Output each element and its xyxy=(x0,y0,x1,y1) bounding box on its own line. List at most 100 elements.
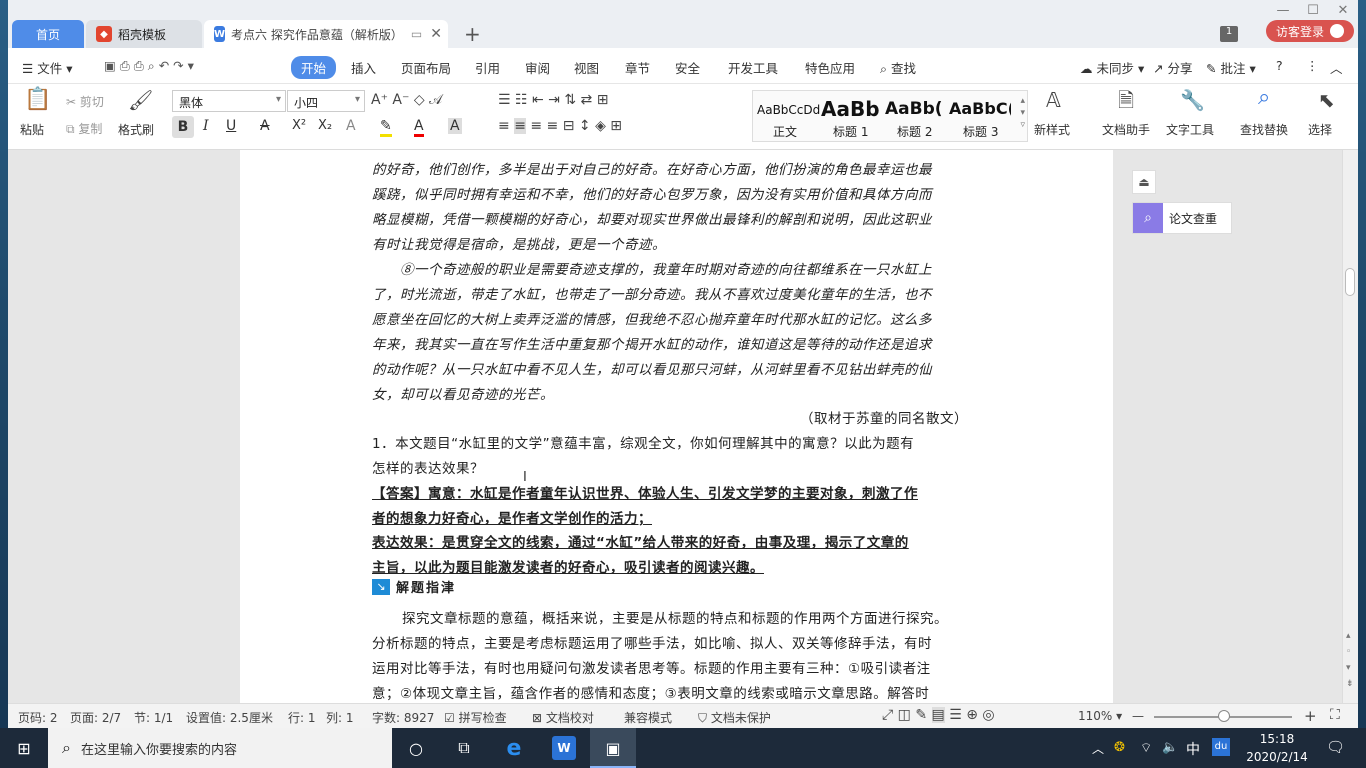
status-pages[interactable]: 页面: 2/7 xyxy=(70,709,121,726)
wrench-icon[interactable]: 🔧 xyxy=(1180,90,1205,110)
menu-view[interactable]: 视图 xyxy=(574,58,599,77)
search-menu[interactable]: ⌕ 查找 xyxy=(880,58,916,77)
cortana-icon[interactable]: ○ xyxy=(404,736,428,760)
style-h2-label[interactable]: 标题 2 xyxy=(897,123,932,140)
tab-home[interactable]: 首页 xyxy=(12,20,84,48)
view-mode-icons[interactable]: ⤢ ◫ ✎ ▤ ☰ ⊕ ◎ xyxy=(882,707,995,723)
zoom-slider-thumb[interactable] xyxy=(1218,710,1230,722)
paper-check-button[interactable]: ⌕ 论文查重 xyxy=(1132,202,1232,234)
text-effect-icon[interactable]: A xyxy=(346,118,356,134)
menu-dev-tools[interactable]: 开发工具 xyxy=(728,58,778,77)
close-tab-icon[interactable]: ✕ xyxy=(430,26,442,42)
vertical-scrollbar[interactable]: ▴ ◦ ▾ ⇟ xyxy=(1342,150,1358,703)
fullscreen-icon[interactable]: ⛶ xyxy=(1330,707,1340,723)
format-painter-icon[interactable]: 🖌 xyxy=(128,90,153,110)
proofread-button[interactable]: ⊠ 文档校对 xyxy=(532,709,594,726)
select-button[interactable]: 选择 xyxy=(1308,121,1332,138)
protect-button[interactable]: ⛉ 文档未保护 xyxy=(698,709,771,726)
minimize-icon[interactable]: — xyxy=(1272,0,1294,20)
wps-icon[interactable]: W xyxy=(552,736,576,760)
paste-button[interactable]: 粘贴 xyxy=(20,121,44,138)
comment-button[interactable]: ✎ 批注 ▾ xyxy=(1206,58,1256,77)
zoom-select[interactable]: 110% ▾ xyxy=(1078,709,1122,723)
baidu-ime-icon[interactable]: du xyxy=(1212,738,1230,756)
magnifier-icon[interactable]: ⌕ xyxy=(1258,87,1270,109)
status-setting[interactable]: 设置值: 2.5厘米 xyxy=(186,709,273,726)
underline-button[interactable]: U xyxy=(226,118,236,134)
menu-reference[interactable]: 引用 xyxy=(475,58,500,77)
sync-button[interactable]: ☁ 未同步 ▾ xyxy=(1080,58,1144,77)
tray-app-icon[interactable]: ❂ xyxy=(1114,740,1125,755)
new-style-icon[interactable]: 𝔸 xyxy=(1046,90,1061,110)
share-button[interactable]: ↗ 分享 xyxy=(1153,58,1192,77)
menu-security[interactable]: 安全 xyxy=(675,58,700,77)
font-size-select[interactable]: 小四 xyxy=(287,90,365,112)
status-section[interactable]: 节: 1/1 xyxy=(134,709,173,726)
strikethrough-button[interactable]: A xyxy=(260,118,270,134)
menu-review[interactable]: 审阅 xyxy=(525,58,550,77)
ime-indicator[interactable]: 中 xyxy=(1186,739,1200,759)
doc-helper-icon[interactable]: 🗎 xyxy=(1118,90,1134,110)
new-tab-button[interactable]: + xyxy=(464,22,481,46)
text-tools-button[interactable]: 文字工具 xyxy=(1166,121,1214,138)
menu-special[interactable]: 特色应用 xyxy=(805,58,855,77)
tab-document[interactable]: W 考点六 探究作品意蕴（解析版） ▭ ✕ xyxy=(204,20,448,48)
new-style-button[interactable]: 新样式 xyxy=(1034,121,1070,138)
doc-helper-button[interactable]: 文档助手 xyxy=(1102,121,1150,138)
close-window-icon[interactable]: ✕ xyxy=(1332,0,1354,20)
help-icon[interactable]: ? xyxy=(1276,58,1283,73)
style-normal-label[interactable]: 正文 xyxy=(773,123,797,140)
edge-icon[interactable]: e xyxy=(502,736,526,761)
cursor-icon[interactable]: ⬉ xyxy=(1318,90,1335,110)
style-h2-preview[interactable]: AaBb( xyxy=(885,99,945,119)
volume-icon[interactable]: 🔈 xyxy=(1162,740,1178,755)
task-view-icon[interactable]: ⧉ xyxy=(452,736,476,760)
tray-expand-icon[interactable]: ︿ xyxy=(1092,740,1104,757)
style-h3-preview[interactable]: AaBbC( xyxy=(949,99,1011,118)
menu-insert[interactable]: 插入 xyxy=(351,58,376,77)
style-normal-preview[interactable]: AaBbCcDd xyxy=(757,103,820,117)
menu-start[interactable]: 开始 xyxy=(291,56,337,79)
monitor-icon[interactable]: ▭ xyxy=(411,27,422,41)
taskbar-search-box[interactable]: ⌕ 在这里输入你要搜索的内容 xyxy=(48,728,392,768)
zoom-out-icon[interactable]: — xyxy=(1132,709,1144,723)
italic-button[interactable]: I xyxy=(203,118,209,134)
font-size-tools[interactable]: A⁺ A⁻ ◇ 𝒜 xyxy=(371,92,442,108)
format-painter-button[interactable]: 格式刷 xyxy=(118,121,154,138)
windows-start-icon[interactable]: ⊞ xyxy=(12,736,36,760)
spell-check-button[interactable]: ☑ 拼写检查 xyxy=(444,709,507,726)
file-menu[interactable]: ☰ 文件 ▾ xyxy=(22,58,72,77)
font-color-icon[interactable]: A xyxy=(414,118,424,137)
style-h3-label[interactable]: 标题 3 xyxy=(963,123,998,140)
active-app[interactable]: ▣ xyxy=(590,728,636,768)
alignment-tools[interactable]: ≡ ≡ ≡ ≡ ⊟ ↕ ◈ ⊞ xyxy=(498,118,622,134)
style-gallery[interactable]: AaBbCcDd 正文 AaBb 标题 1 AaBb( 标题 2 AaBbC( … xyxy=(752,90,1028,142)
page-count-badge[interactable]: 1 xyxy=(1220,26,1238,42)
clock-time[interactable]: 15:18 xyxy=(1240,732,1314,746)
clock-date[interactable]: 2020/2/14 xyxy=(1240,750,1314,764)
style-scroll-arrows[interactable]: ▴ ▾ ▿ xyxy=(1020,95,1025,131)
style-h1-preview[interactable]: AaBb xyxy=(821,97,880,121)
side-collapse-icon[interactable]: ⏏ xyxy=(1132,170,1156,194)
menu-layout[interactable]: 页面布局 xyxy=(401,58,451,77)
style-h1-label[interactable]: 标题 1 xyxy=(833,123,868,140)
quick-access-toolbar[interactable]: ▣ ⎙ ⎙ ⌕ ↶ ↷ ▾ xyxy=(104,58,194,74)
collapse-ribbon-icon[interactable]: ︿ xyxy=(1330,58,1343,77)
bold-button[interactable]: B xyxy=(172,116,194,138)
status-col[interactable]: 列: 1 xyxy=(326,709,354,726)
copy-button[interactable]: ⧉ 复制 xyxy=(66,120,102,137)
scroll-nav-arrows[interactable]: ▴ ◦ ▾ ⇟ xyxy=(1346,628,1354,692)
document-page[interactable]: 的好奇，他们创作，多半是出于对自己的好奇。在好奇心方面，他们扮演的角色最幸运也最… xyxy=(240,150,1113,703)
status-page-no[interactable]: 页码: 2 xyxy=(18,709,58,726)
notification-icon[interactable]: 🗨 xyxy=(1326,738,1345,756)
highlight-icon[interactable]: ✎ xyxy=(380,118,392,137)
paste-icon[interactable]: 📋 xyxy=(24,89,51,111)
zoom-in-icon[interactable]: + xyxy=(1304,707,1317,725)
list-tools[interactable]: ☰ ☷ ⇤ ⇥ ⇅ ⇄ ⊞ xyxy=(498,92,608,108)
tab-templates[interactable]: ◆ 稻壳模板 xyxy=(86,20,202,48)
status-row[interactable]: 行: 1 xyxy=(288,709,316,726)
subscript-button[interactable]: X₂ xyxy=(318,118,332,133)
superscript-button[interactable]: X² xyxy=(292,118,306,133)
maximize-icon[interactable]: ☐ xyxy=(1302,0,1324,20)
login-button[interactable]: 访客登录 xyxy=(1266,20,1354,42)
